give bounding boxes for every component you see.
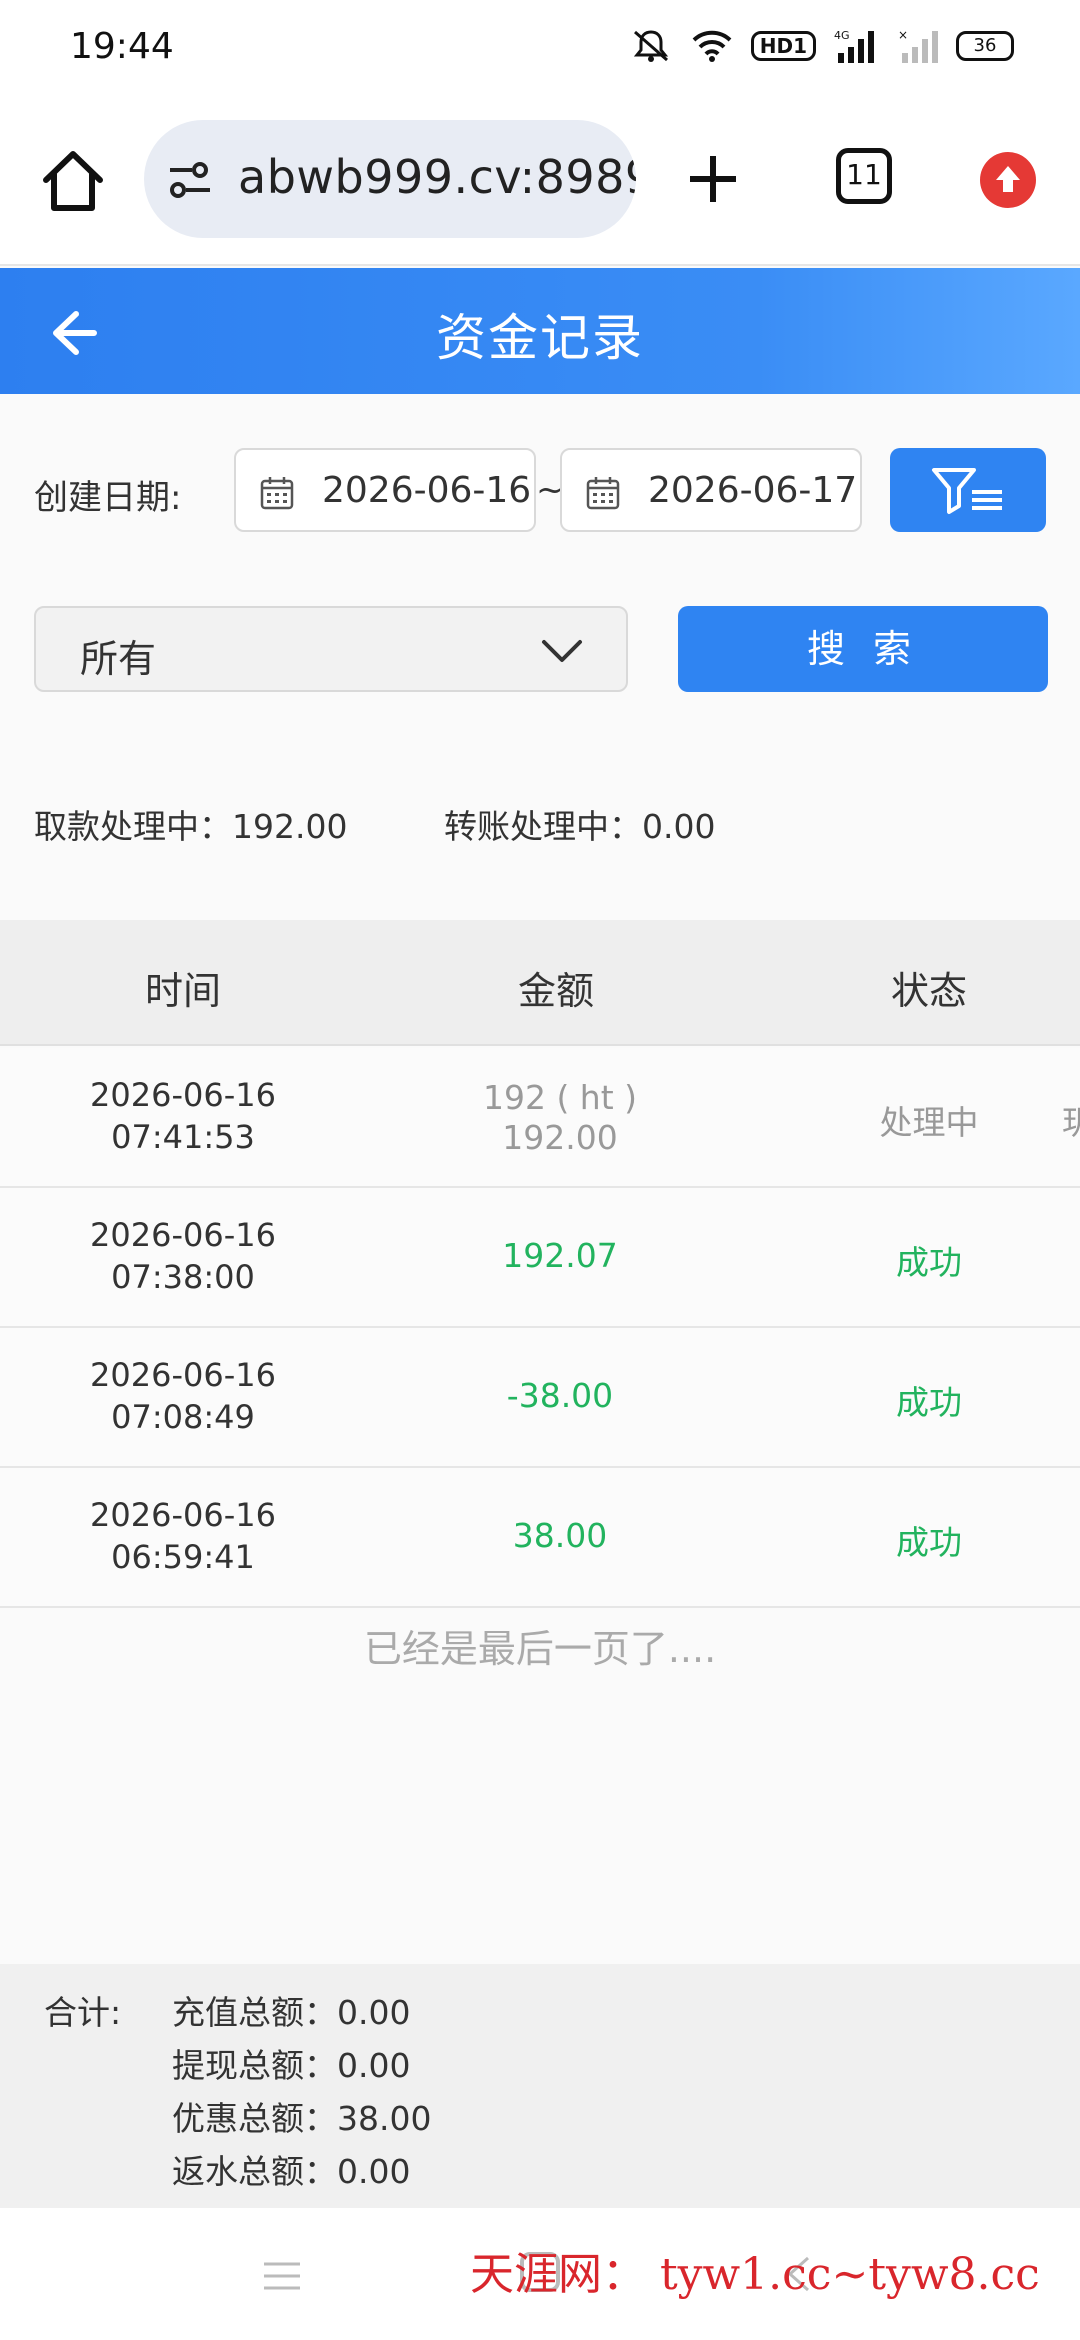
row-datetime: 2026-06-16 07:08:49 [33,1354,333,1438]
row-amount: 192.07 [502,1236,618,1275]
update-button[interactable] [980,152,1036,208]
browser-toolbar: abwb999.cv:8989 11 [0,96,1080,266]
svg-text:4G: 4G [834,29,850,42]
calendar-icon [586,477,620,510]
app-header: 资金记录 [0,268,1080,394]
filter-icon [932,468,1002,514]
site-settings-icon[interactable] [166,154,218,206]
table-header: 时间 金额 状态 [0,920,1080,1046]
battery-icon: 36 [956,31,1014,61]
row-amount: 192 ( ht ) 192.00 [410,1078,710,1158]
table-row[interactable]: 2026-06-16 07:41:53 192 ( ht ) 192.00 处理… [0,1048,1080,1188]
home-icon[interactable] [38,146,108,216]
type-select[interactable]: 所有 [34,606,628,692]
bonus-total: 优惠总额：38.00 [172,2099,432,2138]
column-header-time: 时间 [144,969,221,1013]
row-extra-column-clipped: 玥 [1062,1103,1080,1142]
row-amount: -38.00 [506,1376,614,1415]
end-of-list-text: 已经是最后一页了.... [363,1627,717,1671]
row-date: 2026-06-16 [90,1496,276,1534]
row-amount-line2: 192.00 [502,1118,618,1157]
totals-label: 合计: [44,1993,122,2032]
withdraw-total: 提现总额：0.00 [172,2046,411,2085]
row-date: 2026-06-16 [90,1216,276,1254]
date-to-field[interactable]: 2026-06-17 [560,448,862,532]
page-title: 资金记录 [436,309,644,367]
row-datetime: 2026-06-16 06:59:41 [33,1494,333,1578]
wifi-icon [692,30,732,62]
row-time: 07:41:53 [111,1118,255,1156]
table-row[interactable]: 2026-06-16 07:08:49 -38.00 成功 [0,1328,1080,1468]
table-row[interactable]: 2026-06-16 07:38:00 192.07 成功 [0,1188,1080,1328]
date-from-field[interactable]: 2026-06-16 [234,448,536,532]
row-datetime: 2026-06-16 07:41:53 [33,1074,333,1158]
row-status: 成功 [896,1523,962,1562]
hd-badge: HD1 [750,31,816,61]
status-time: 19:44 [70,26,174,67]
svg-text:×: × [898,29,908,42]
search-button[interactable]: 搜 索 [678,606,1048,692]
watermark-text: 天涯网： tyw1.cc~tyw8.cc [470,2249,1040,2300]
row-time: 07:38:00 [111,1258,255,1296]
totals-panel: 合计: 充值总额：0.00 提现总额：0.00 优惠总额：38.00 返水总额：… [0,1964,1080,2208]
arrow-up-icon [996,166,1020,192]
table-row[interactable]: 2026-06-16 06:59:41 38.00 成功 [0,1468,1080,1608]
row-time: 06:59:41 [111,1538,255,1576]
status-icons: HD1 4G × 36 [629,28,1014,64]
filter-button[interactable] [890,448,1046,532]
url-text[interactable]: abwb999.cv:8989 [238,150,636,204]
row-date: 2026-06-16 [90,1076,276,1114]
date-from-value: 2026-06-16 [322,470,532,511]
row-date: 2026-06-16 [90,1356,276,1394]
type-select-value: 所有 [80,637,157,681]
row-status: 处理中 [879,1103,979,1142]
row-amount: 38.00 [512,1516,608,1555]
cell-signal-2-icon: × [898,29,938,63]
row-datetime: 2026-06-16 07:38:00 [33,1214,333,1298]
new-tab-icon[interactable] [684,150,742,208]
row-time: 07:08:49 [111,1398,255,1436]
mute-bell-icon [633,30,668,62]
tab-switcher-button[interactable]: 11 [836,148,892,204]
deposit-total: 充值总额：0.00 [172,1993,411,2032]
cell-signal-icon: 4G [834,29,874,63]
date-to-value: 2026-06-17 [648,470,858,511]
address-bar[interactable]: abwb999.cv:8989 [144,120,636,238]
date-label: 创建日期: [34,478,182,518]
withdraw-pending-text: 取款处理中：192.00 [34,807,348,846]
rebate-total: 返水总额：0.00 [172,2152,411,2191]
row-status: 成功 [896,1243,962,1282]
row-status: 成功 [896,1383,962,1422]
system-nav-bar: 天涯网： tyw1.cc~tyw8.cc [0,2208,1080,2340]
recents-icon[interactable] [262,2256,302,2296]
column-header-status: 状态 [890,969,967,1013]
column-header-amount: 金额 [517,969,594,1013]
calendar-icon [260,477,294,510]
chevron-down-icon [542,640,582,662]
row-amount-line1: 192 ( ht ) [482,1078,638,1117]
status-bar: 19:44 HD1 4G × 36 [0,0,1080,96]
transfer-pending-text: 转账处理中：0.00 [444,807,716,846]
